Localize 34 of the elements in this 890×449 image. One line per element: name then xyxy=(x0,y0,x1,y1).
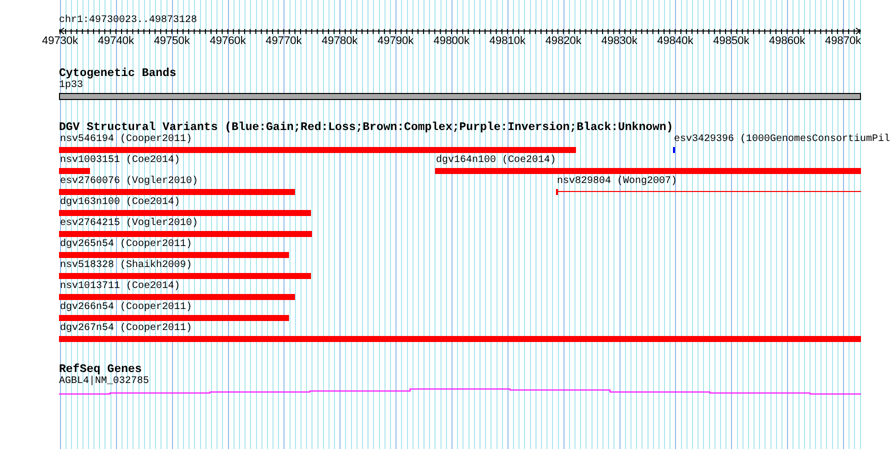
tick-label: 49850k xyxy=(713,35,750,47)
tick-label: 49810k xyxy=(489,35,526,47)
tick-label: 49820k xyxy=(545,35,582,47)
variant-label: esv2764215 (Vogler2010) xyxy=(60,218,198,230)
tick-label: 49750k xyxy=(154,35,190,47)
tick-label: 49730k xyxy=(42,35,78,47)
tick-label: 49800k xyxy=(433,35,470,47)
locus-label: chr1:49730023..49873128 xyxy=(59,15,198,27)
tick-label: 49780k xyxy=(322,35,358,47)
variant-label: nsv546194 (Cooper2011) xyxy=(60,134,192,146)
variant-label: nsv1003151 (Coe2014) xyxy=(60,155,180,167)
tick-label: 49760k xyxy=(210,35,246,47)
gene-label: AGBL4|NM_032785 xyxy=(59,376,150,388)
track-title: Cytogenetic Bands xyxy=(59,67,178,80)
variant-label: dgv164n100 (Coe2014) xyxy=(436,155,556,167)
tick-label: 49860k xyxy=(769,35,806,47)
variant-label: esv3429396 (1000GenomesConsortiumPil xyxy=(674,134,890,146)
tick-label: 49840k xyxy=(657,35,694,47)
variant-label: esv2760076 (Vogler2010) xyxy=(60,176,198,188)
tick-label: 49790k xyxy=(378,35,414,47)
tick-label: 49830k xyxy=(601,35,638,47)
track-title: RefSeq Genes xyxy=(59,363,142,376)
variant-label: dgv265n54 (Cooper2011) xyxy=(60,239,192,251)
tick-label: 49870k xyxy=(824,35,862,47)
variant-label: nsv518328 (Shaikh2009) xyxy=(60,260,192,272)
tick-label: 49770k xyxy=(266,35,302,47)
variant-label: dgv163n100 (Coe2014) xyxy=(60,197,180,209)
variant-label: nsv1013711 (Coe2014) xyxy=(60,281,180,293)
band-label: 1p33 xyxy=(59,80,84,92)
track-title: DGV Structural Variants (Blue:Gain;Red:Loss;Brown:Complex;Purple:Inversion;Black:Unknown) xyxy=(59,121,674,134)
tick-label: 49740k xyxy=(98,35,134,47)
variant-label: dgv266n54 (Cooper2011) xyxy=(60,302,192,314)
variant-label: nsv829804 (Wong2007) xyxy=(557,176,678,188)
variant-label: dgv267n54 (Cooper2011) xyxy=(60,323,192,335)
